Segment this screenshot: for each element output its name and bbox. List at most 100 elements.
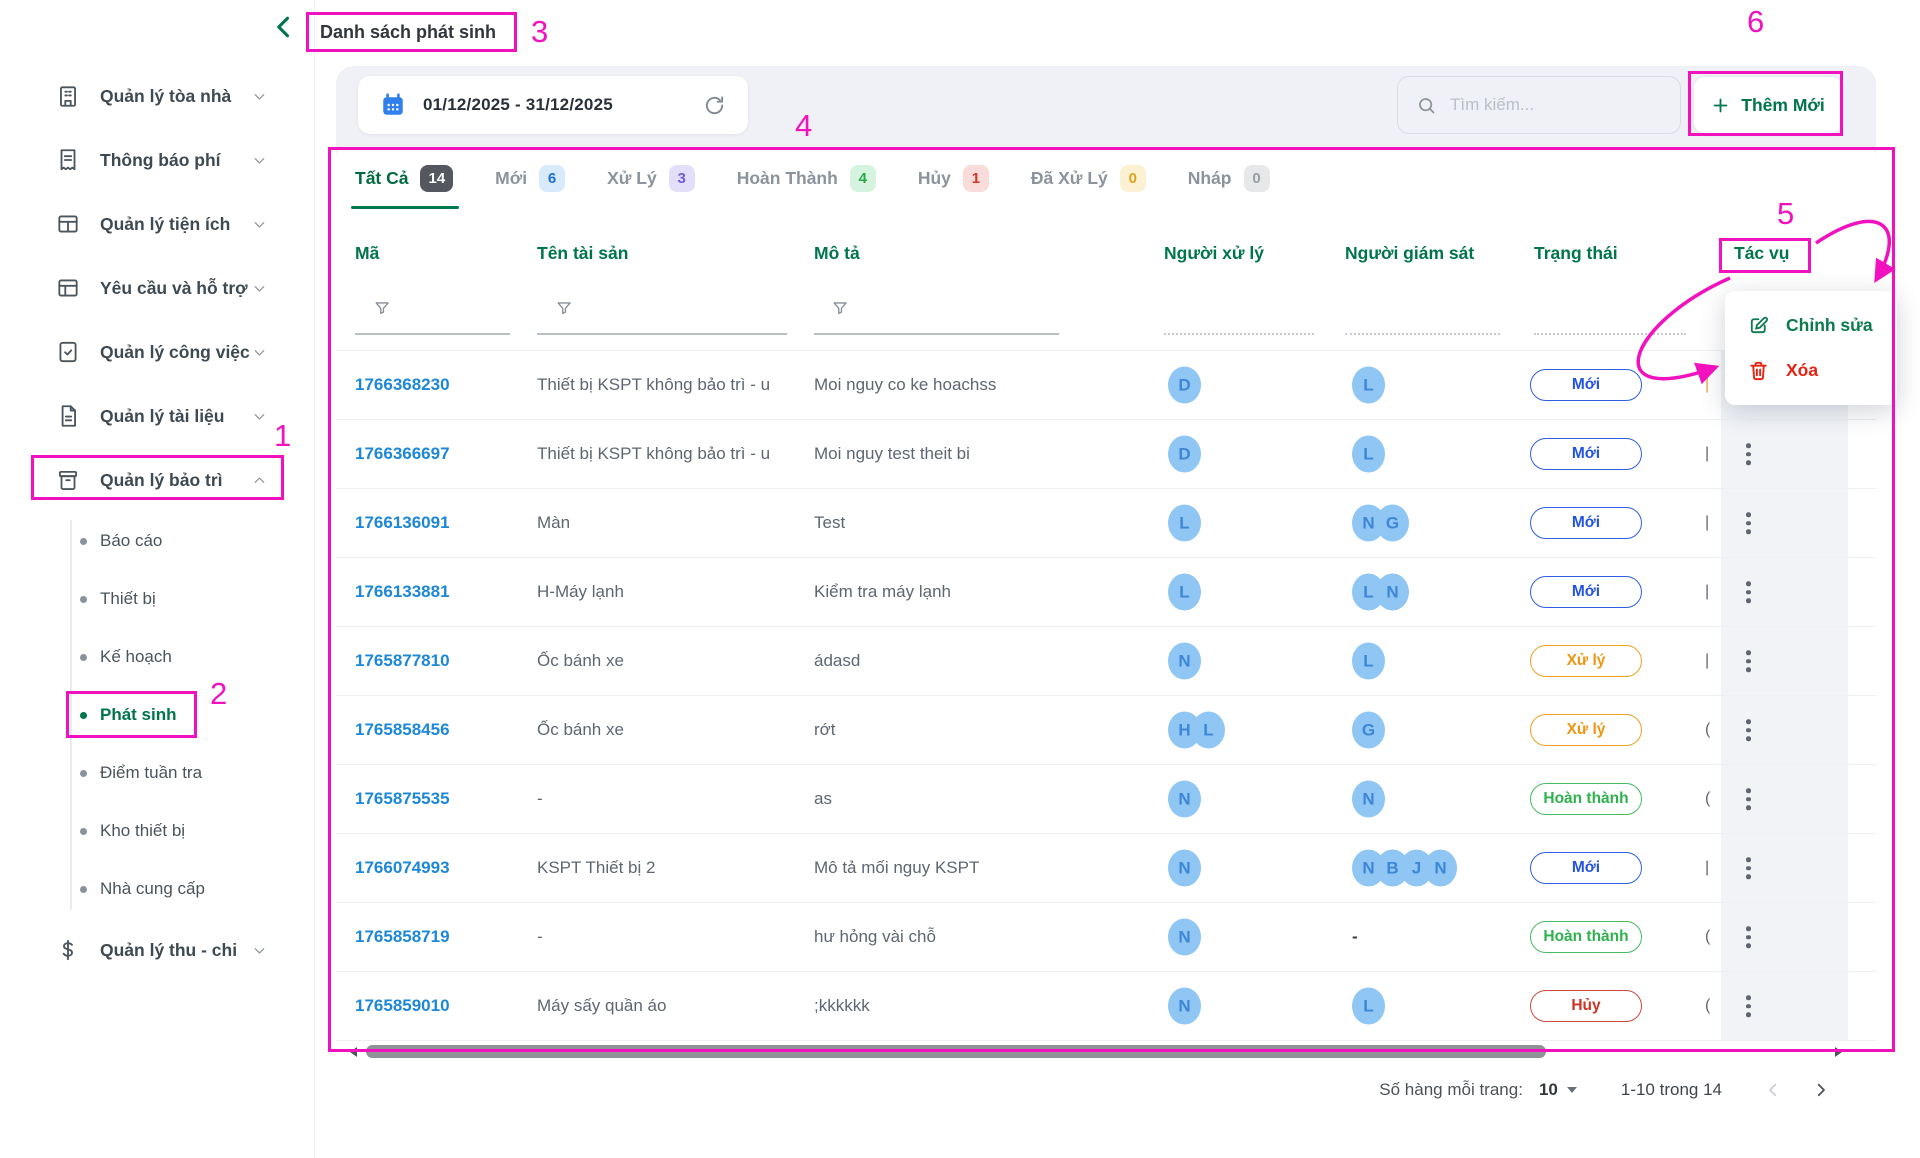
scroll-right-icon[interactable] [1835, 1047, 1842, 1057]
filter-input-desc[interactable] [814, 333, 1059, 335]
row-actions-kebab-button[interactable] [1742, 784, 1755, 814]
row-asset: KSPT Thiết bị 2 [537, 858, 655, 878]
tab-da-xu-ly[interactable]: Đã Xử Lý0 [1031, 147, 1146, 209]
sidebar-item-quan-ly-thu-chi[interactable]: Quản lý thu - chi [0, 918, 314, 982]
row-asset: Máy sấy quần áo [537, 996, 666, 1016]
page-previous-icon[interactable] [1764, 1081, 1782, 1099]
row-code-link[interactable]: 1766366697 [355, 444, 450, 464]
row-code-link[interactable]: 1766133881 [355, 582, 450, 602]
row-handlers: L [1168, 574, 1201, 611]
pagination-range: 1-10 trong 14 [1621, 1080, 1722, 1100]
filter-funnel-icon[interactable] [831, 299, 850, 323]
caret-down-icon [1567, 1087, 1577, 1093]
scroll-left-icon[interactable] [350, 1047, 357, 1057]
row-actions-kebab-button[interactable] [1742, 577, 1755, 607]
sidebar-item-label: Quản lý bảo trì [100, 470, 251, 491]
filter-input-asset[interactable] [537, 333, 787, 335]
sidebar-subitem-nha-cung-cap[interactable]: Nhà cung cấp [0, 860, 314, 918]
row-actions-kebab-button[interactable] [1742, 715, 1755, 745]
row-actions-kebab-button[interactable] [1742, 991, 1755, 1021]
row-actions-kebab-button[interactable] [1742, 646, 1755, 676]
back-icon[interactable] [270, 13, 300, 43]
filter-funnel-icon[interactable] [373, 299, 392, 323]
filter-input-handler[interactable] [1164, 333, 1314, 335]
row-actions-kebab-button[interactable] [1742, 853, 1755, 883]
rows-per-page-select[interactable]: 10 [1539, 1080, 1577, 1100]
avatar: L [1192, 712, 1225, 749]
context-menu-delete[interactable]: Xóa [1725, 348, 1897, 393]
row-handlers: N [1168, 643, 1201, 680]
status-badge: Mới [1530, 576, 1642, 608]
table-row: 1766366697 Thiết bị KSPT không bảo trì - … [336, 419, 1876, 488]
column-header-actions: Tác vụ [1734, 243, 1789, 264]
row-code-link[interactable]: 1766074993 [355, 858, 450, 878]
actions-column-background [1721, 903, 1848, 971]
status-badge: Mới [1530, 507, 1642, 539]
sidebar-item-yeu-cau-va-ho-tro[interactable]: Yêu cầu và hỗ trợ [0, 256, 314, 320]
tab-count-badge: 1 [963, 165, 989, 192]
sidebar-subitem-label: Báo cáo [100, 531, 162, 551]
status-badge: Mới [1530, 852, 1642, 884]
avatar: N [1168, 781, 1201, 818]
annotation-number-6: 6 [1747, 4, 1764, 40]
chevron-down-icon [251, 152, 268, 169]
sidebar-subitem-thiet-bi[interactable]: Thiết bị [0, 570, 314, 628]
horizontal-scrollbar[interactable] [336, 1044, 1876, 1060]
sidebar-item-quan-ly-bao-tri[interactable]: Quản lý bảo trì [0, 448, 314, 512]
actions-column-background [1721, 972, 1848, 1040]
row-asset: Thiết bị KSPT không bảo trì - u [537, 444, 770, 464]
sidebar-item-thong-bao-phi[interactable]: Thông báo phí [0, 128, 314, 192]
sidebar-subitem-label: Điểm tuần tra [100, 763, 202, 783]
row-actions-kebab-button[interactable] [1742, 922, 1755, 952]
actions-column-background [1721, 834, 1848, 902]
row-actions-kebab-button[interactable] [1742, 508, 1755, 538]
sidebar-subitem-bao-cao[interactable]: Báo cáo [0, 512, 314, 570]
search-box[interactable] [1397, 76, 1681, 134]
row-supervisors: L [1352, 643, 1385, 680]
filter-input-status[interactable] [1534, 333, 1686, 335]
row-status: Hủy [1530, 990, 1642, 1022]
tab-nhap[interactable]: Nháp0 [1188, 147, 1270, 209]
tab-tat-ca[interactable]: Tất Cả14 [355, 147, 453, 209]
tab-label: Hoàn Thành [737, 168, 838, 189]
row-code-link[interactable]: 1766136091 [355, 513, 450, 533]
row-code-link[interactable]: 1765858719 [355, 927, 450, 947]
row-code-link[interactable]: 1765859010 [355, 996, 450, 1016]
row-code-link[interactable]: 1765877810 [355, 651, 450, 671]
filter-input-code[interactable] [355, 333, 510, 335]
context-menu-delete-label: Xóa [1786, 360, 1818, 381]
tab-moi[interactable]: Mới6 [495, 147, 565, 209]
refresh-icon[interactable] [703, 94, 726, 117]
sidebar-subitem-phat-sinh[interactable]: Phát sinh [0, 686, 314, 744]
sidebar-subitem-diem-tuan-tra[interactable]: Điểm tuần tra [0, 744, 314, 802]
row-description: ;kkkkkk [814, 996, 870, 1016]
sidebar-item-quan-ly-tien-ich[interactable]: Quản lý tiện ích [0, 192, 314, 256]
sidebar-item-quan-ly-cong-viec[interactable]: Quản lý công việc [0, 320, 314, 384]
sidebar-subitem-label: Nhà cung cấp [100, 879, 205, 899]
sidebar-subitem-ke-hoach[interactable]: Kế hoạch [0, 628, 314, 686]
avatar: N [1168, 988, 1201, 1025]
date-range-picker[interactable]: 01/12/2025 - 31/12/2025 [358, 76, 748, 134]
row-actions-kebab-button[interactable] [1742, 439, 1755, 469]
avatar: G [1352, 712, 1385, 749]
pagination: Số hàng mỗi trang: 10 1-10 trong 14 [1379, 1068, 1830, 1112]
context-menu-edit[interactable]: Chỉnh sửa [1725, 303, 1897, 348]
tab-hoan-thanh[interactable]: Hoàn Thành4 [737, 147, 876, 209]
tab-count-badge: 3 [669, 165, 695, 192]
scrollbar-thumb[interactable] [366, 1045, 1546, 1058]
row-code-link[interactable]: 1765858456 [355, 720, 450, 740]
row-status: Hoàn thành [1530, 783, 1642, 815]
tab-xu-ly[interactable]: Xử Lý3 [607, 147, 695, 209]
search-input[interactable] [1450, 95, 1650, 115]
sidebar-subitem-kho-thiet-bi[interactable]: Kho thiết bị [0, 802, 314, 860]
tab-huy[interactable]: Hủy1 [918, 147, 989, 209]
row-code-link[interactable]: 1765875535 [355, 789, 450, 809]
row-supervisors: - [1352, 927, 1358, 947]
page-next-icon[interactable] [1812, 1081, 1830, 1099]
add-new-button[interactable]: Thêm Mới [1693, 76, 1843, 134]
row-code-link[interactable]: 1766368230 [355, 375, 450, 395]
filter-funnel-icon[interactable] [555, 299, 574, 323]
sidebar-item-quan-ly-tai-lieu[interactable]: Quản lý tài liệu [0, 384, 314, 448]
filter-input-supervisor[interactable] [1345, 333, 1500, 335]
sidebar-item-quan-ly-toa-nha[interactable]: Quản lý tòa nhà [0, 64, 314, 128]
